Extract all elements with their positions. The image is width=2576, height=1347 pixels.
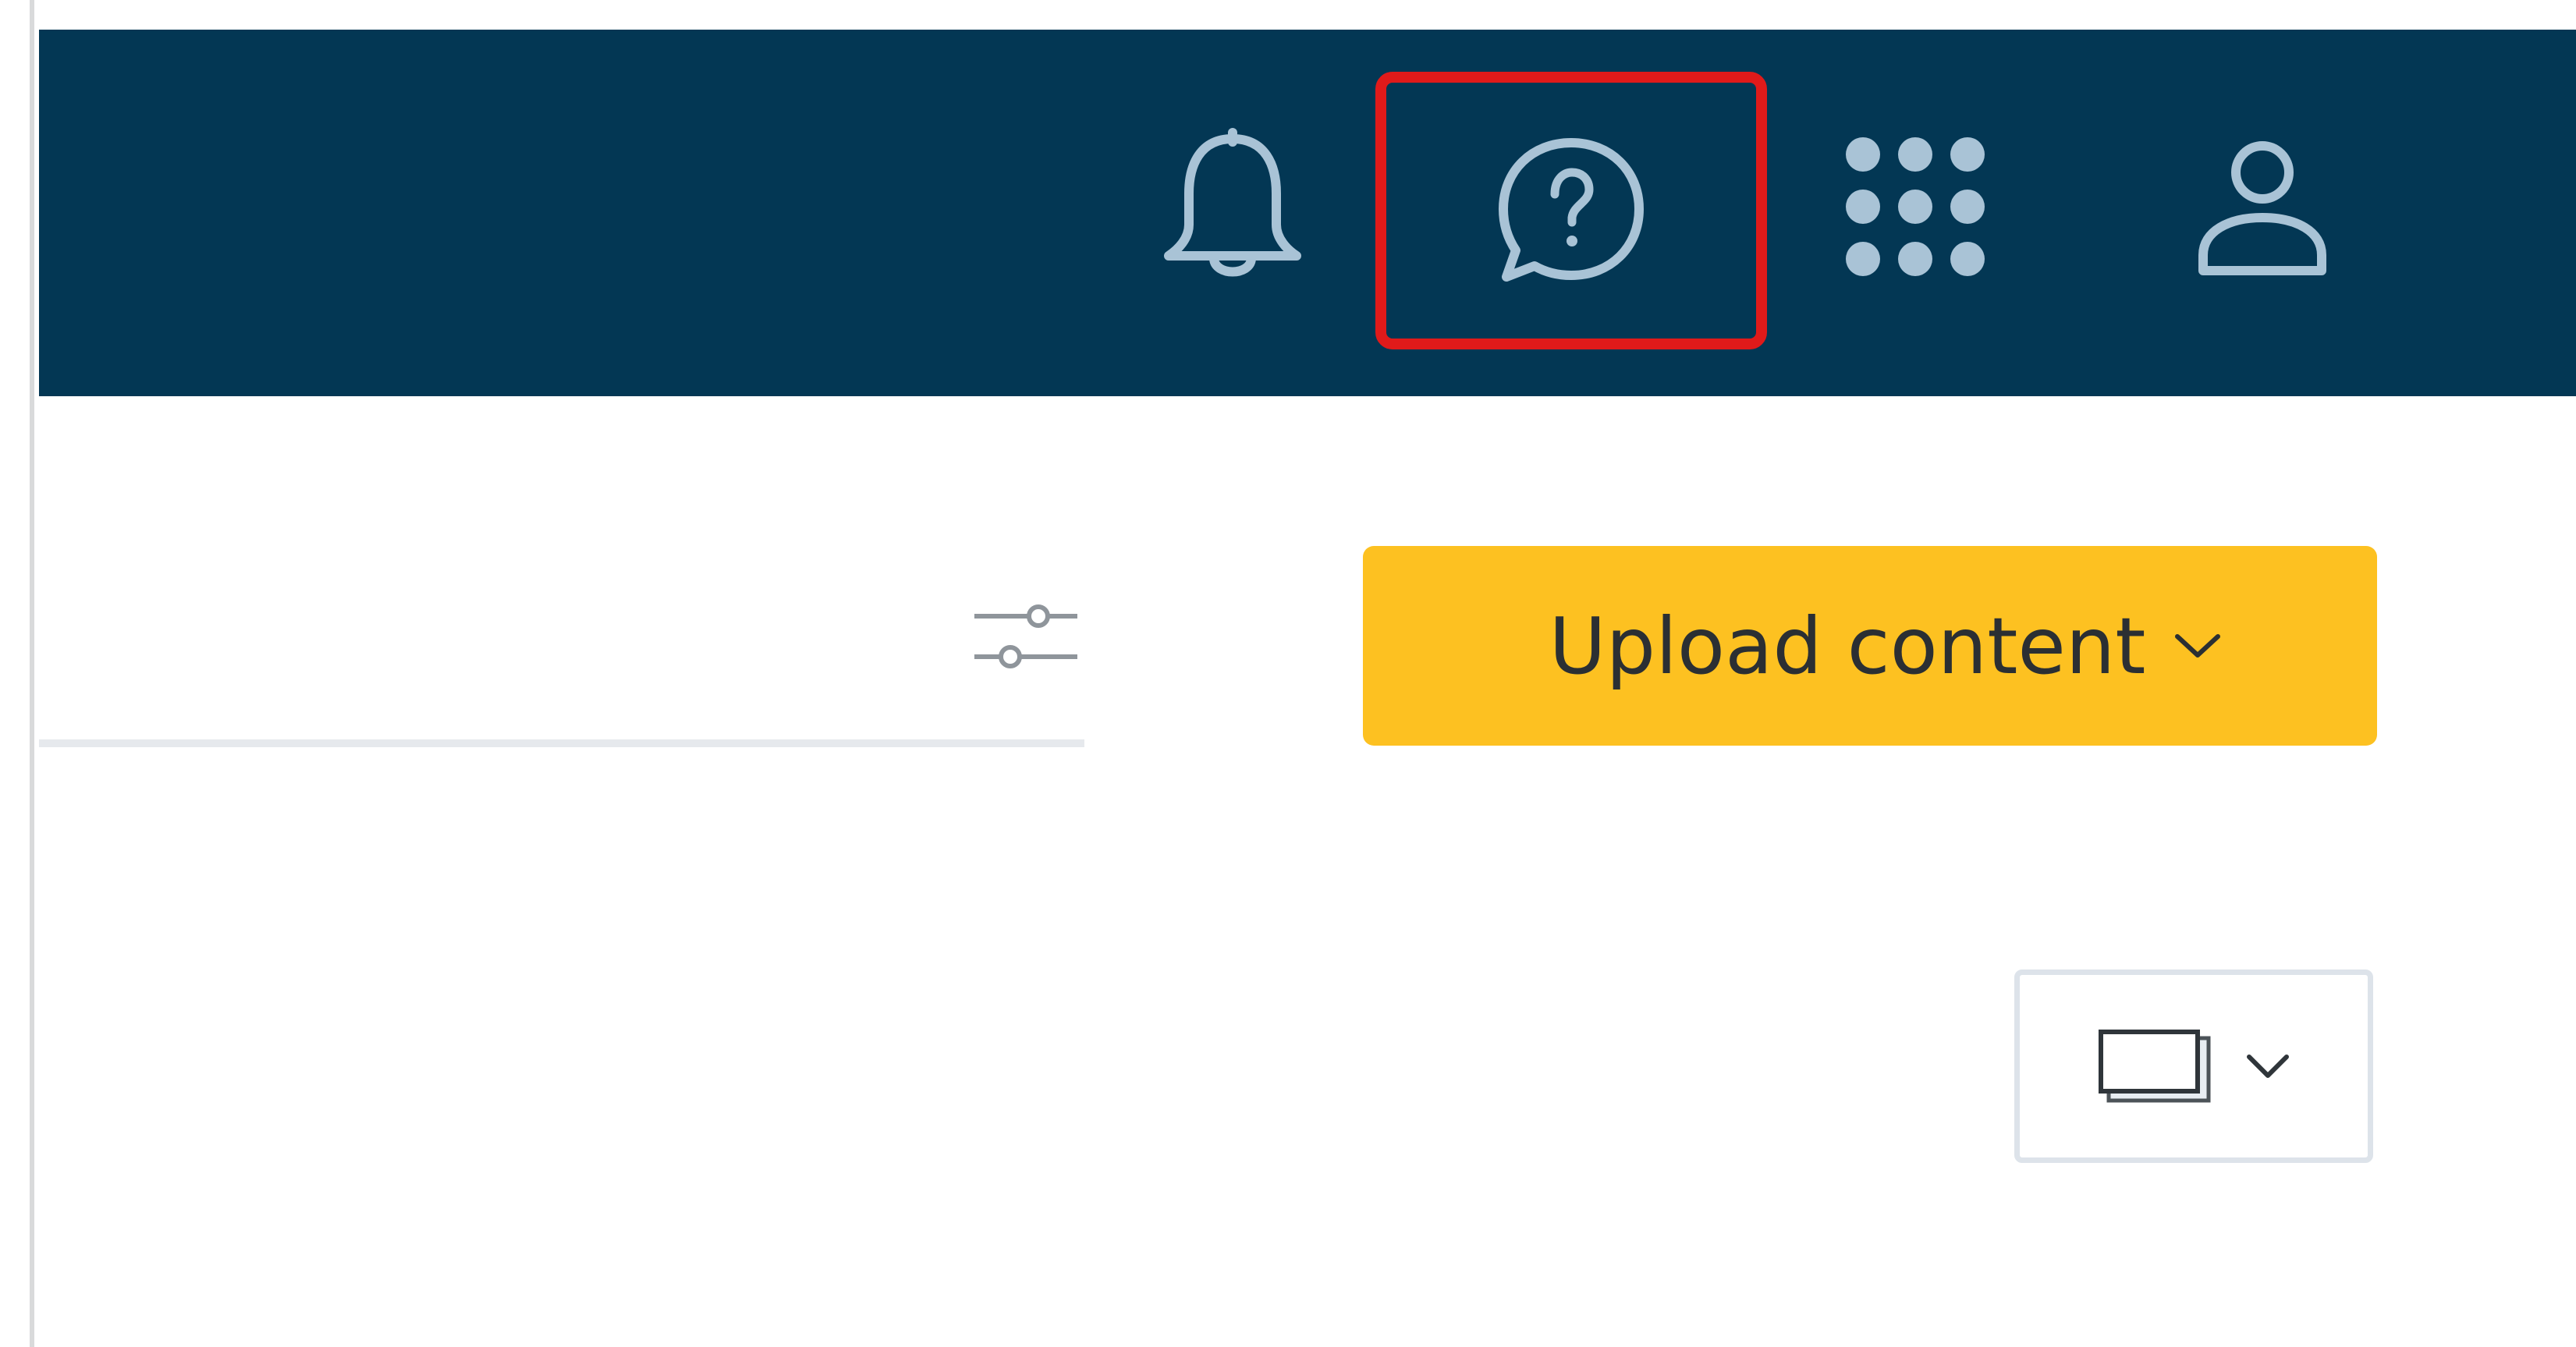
search-field-underline (39, 739, 1084, 747)
sliders-icon (974, 604, 1077, 668)
chevron-down-icon (2247, 1055, 2289, 1078)
apps-button[interactable] (1833, 125, 1997, 289)
account-button[interactable] (2177, 125, 2348, 289)
help-chat-icon (1499, 138, 1644, 282)
page: Upload content (0, 0, 2576, 1347)
bell-icon (1164, 128, 1301, 277)
upload-content-label: Upload content (1549, 600, 2146, 692)
app-grid-icon (1846, 137, 1985, 276)
chevron-down-icon (2174, 634, 2220, 658)
left-border (0, 0, 34, 1347)
user-icon (2198, 141, 2326, 275)
help-button[interactable] (1375, 72, 1767, 349)
card-view-icon (2099, 1030, 2211, 1103)
filter-button[interactable] (971, 593, 1080, 679)
view-mode-selector[interactable] (2014, 969, 2373, 1163)
top-margin (0, 0, 2576, 30)
upload-content-button[interactable]: Upload content (1363, 546, 2377, 746)
notifications-button[interactable] (1147, 117, 1318, 296)
